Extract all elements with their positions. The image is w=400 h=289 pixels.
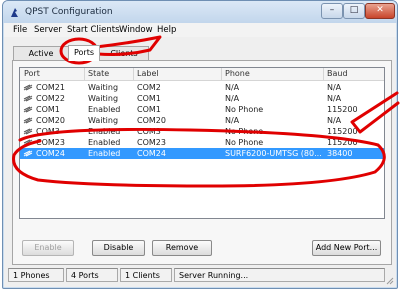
status-clients: 1 Clients: [120, 268, 172, 282]
status-bar: 1 Phones 4 Ports 1 Clients Server Runnin…: [4, 265, 396, 287]
window-title: QPST Configuration: [25, 7, 113, 17]
list-header: Port State Label Phone Baud: [20, 68, 384, 81]
cell-baud: 115200: [327, 127, 358, 136]
qpst-window: QPST Configuration – □ ✕ File Server Sta…: [2, 0, 398, 289]
status-server: Server Running...: [174, 268, 385, 282]
cell-label: COM1: [137, 105, 161, 114]
cell-phone: N/A: [225, 94, 240, 103]
ports-panel: Port State Label Phone Baud COM21 Waiting…: [12, 60, 392, 265]
table-row[interactable]: COM3 Enabled COM3 No Phone 115200: [20, 126, 384, 137]
minimize-button[interactable]: –: [321, 3, 343, 19]
column-port[interactable]: Port: [24, 69, 40, 78]
menu-server[interactable]: Server: [34, 25, 62, 35]
maximize-button[interactable]: □: [343, 3, 365, 19]
tab-active-phones[interactable]: Active Phones: [13, 46, 69, 72]
menu-start-clients[interactable]: Start Clients: [67, 25, 120, 35]
phone-port-icon: [23, 95, 33, 102]
cell-port: COM20: [36, 116, 65, 125]
column-phone[interactable]: Phone: [225, 69, 250, 78]
cell-phone: No Phone: [225, 138, 264, 147]
client-area: Active Phones Ports Clients Port State L…: [4, 37, 396, 265]
cell-state: Enabled: [88, 105, 121, 114]
cell-label: COM1: [137, 94, 161, 103]
cell-state: Waiting: [88, 94, 119, 103]
cell-port: COM21: [36, 83, 65, 92]
cell-label: COM23: [137, 138, 166, 147]
column-label[interactable]: Label: [137, 69, 159, 78]
status-phones: 1 Phones: [8, 268, 64, 282]
ports-list[interactable]: Port State Label Phone Baud COM21 Waiting…: [19, 67, 385, 219]
qpst-app-icon: [11, 8, 18, 17]
cell-phone: SURF6200-UMTSG (80...: [225, 149, 321, 158]
close-button[interactable]: ✕: [365, 3, 395, 19]
table-row[interactable]: COM23 Enabled COM23 No Phone 115200: [20, 137, 384, 148]
cell-port: COM3: [36, 127, 60, 136]
resize-grip-icon[interactable]: [386, 277, 394, 285]
column-baud[interactable]: Baud: [327, 69, 348, 78]
cell-baud: N/A: [327, 83, 342, 92]
column-divider[interactable]: [84, 68, 85, 80]
enable-button[interactable]: Enable: [22, 240, 74, 256]
menu-help[interactable]: Help: [157, 25, 176, 35]
cell-label: COM2: [137, 83, 161, 92]
cell-phone: No Phone: [225, 127, 264, 136]
cell-label: COM20: [137, 116, 166, 125]
cell-phone: No Phone: [225, 105, 264, 114]
cell-state: Waiting: [88, 83, 119, 92]
column-divider[interactable]: [323, 68, 324, 80]
cell-port: COM1: [36, 105, 60, 114]
cell-state: Enabled: [88, 149, 121, 158]
cell-baud: N/A: [327, 94, 342, 103]
cell-port: COM22: [36, 94, 65, 103]
cell-state: Enabled: [88, 127, 121, 136]
cell-port: COM23: [36, 138, 65, 147]
tab-ports[interactable]: Ports: [68, 45, 100, 61]
column-state[interactable]: State: [88, 69, 109, 78]
menu-bar: File Server Start Clients Window Help: [4, 23, 396, 37]
phone-port-icon: [23, 139, 33, 146]
phone-port-icon: [23, 106, 33, 113]
cell-state: Waiting: [88, 116, 119, 125]
table-row[interactable]: COM21 Waiting COM2 N/A N/A: [20, 82, 384, 93]
cell-baud: 115200: [327, 138, 358, 147]
column-divider[interactable]: [133, 68, 134, 80]
tab-clients[interactable]: Clients: [99, 46, 149, 61]
add-new-port-button[interactable]: Add New Port...: [312, 240, 381, 256]
cell-label: COM24: [137, 149, 166, 158]
cell-phone: N/A: [225, 83, 240, 92]
status-ports: 4 Ports: [66, 268, 118, 282]
menu-file[interactable]: File: [13, 25, 27, 35]
table-row[interactable]: COM1 Enabled COM1 No Phone 115200: [20, 104, 384, 115]
phone-port-icon: [23, 117, 33, 124]
table-row[interactable]: COM20 Waiting COM20 N/A N/A: [20, 115, 384, 126]
title-bar[interactable]: QPST Configuration – □ ✕: [3, 1, 397, 23]
cell-phone: N/A: [225, 116, 240, 125]
cell-baud: N/A: [327, 116, 342, 125]
cell-baud: 115200: [327, 105, 358, 114]
cell-label: COM3: [137, 127, 161, 136]
phone-port-icon: [23, 150, 33, 157]
phone-port-icon: [23, 128, 33, 135]
disable-button[interactable]: Disable: [92, 240, 145, 256]
table-row[interactable]: COM22 Waiting COM1 N/A N/A: [20, 93, 384, 104]
table-row[interactable]: COM24 Enabled COM24 SURF6200-UMTSG (80... 38…: [20, 148, 384, 159]
remove-button[interactable]: Remove: [152, 240, 212, 256]
cell-state: Enabled: [88, 138, 121, 147]
column-divider[interactable]: [221, 68, 222, 80]
phone-port-icon: [23, 84, 33, 91]
cell-port: COM24: [36, 149, 65, 158]
cell-baud: 38400: [327, 149, 353, 158]
menu-window[interactable]: Window: [119, 25, 153, 35]
